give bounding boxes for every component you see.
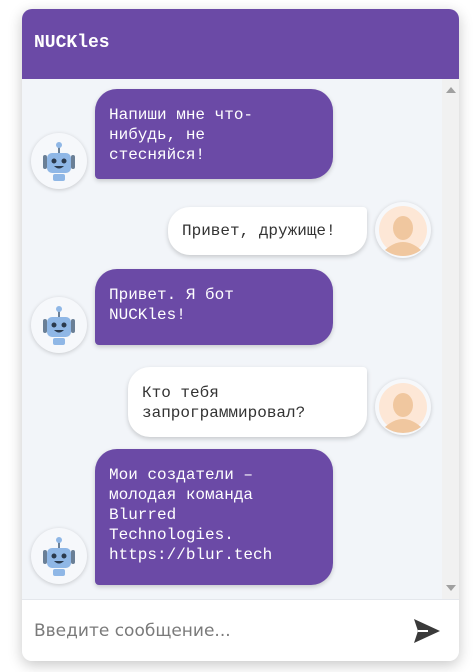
user-message-bubble: Кто тебя запрограммировал?: [128, 367, 367, 437]
bot-message-bubble: Привет. Я бот NUCKles!: [95, 269, 333, 345]
person-icon: [379, 383, 427, 433]
user-avatar: [375, 202, 431, 258]
scroll-up-icon[interactable]: [446, 87, 456, 93]
user-avatar: [375, 379, 431, 435]
messages-scrollbar[interactable]: [442, 79, 459, 599]
message-composer: [22, 599, 459, 661]
send-button[interactable]: [412, 617, 442, 645]
bot-avatar: [31, 528, 87, 584]
chat-header: NUCKles: [22, 9, 459, 79]
person-icon: [379, 206, 427, 256]
chat-window: NUCKles Напиши мне что- нибудь, не стесн…: [22, 9, 459, 661]
message-input[interactable]: [34, 614, 394, 648]
bot-message-bubble: Мои создатели – молодая команда Blurred …: [95, 449, 333, 585]
robot-icon: [43, 537, 75, 576]
user-message-bubble: Привет, дружище!: [168, 207, 367, 255]
message-list[interactable]: Напиши мне что- нибудь, не стесняйся! Пр…: [22, 79, 459, 599]
robot-icon: [43, 142, 75, 181]
chat-title: NUCKles: [34, 33, 110, 53]
scroll-down-icon[interactable]: [446, 585, 456, 591]
robot-icon: [43, 306, 75, 345]
bot-message-bubble: Напиши мне что- нибудь, не стесняйся!: [95, 89, 333, 179]
send-icon: [414, 619, 440, 643]
bot-avatar: [31, 297, 87, 353]
bot-avatar: [31, 133, 87, 189]
